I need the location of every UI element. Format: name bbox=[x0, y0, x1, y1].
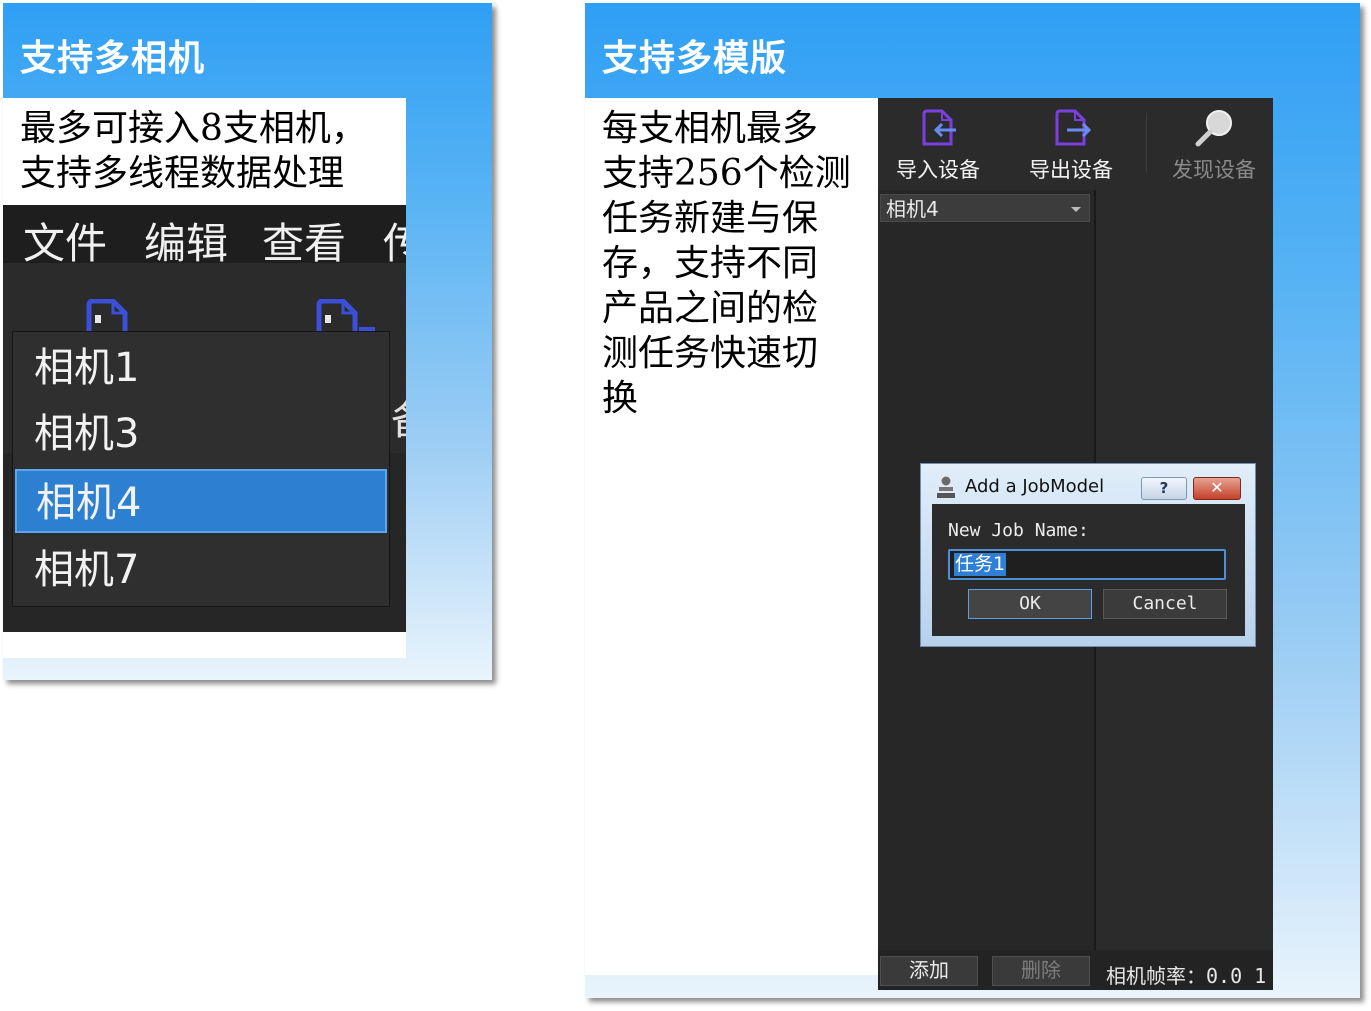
discover-device-label: 发现设备 bbox=[1172, 158, 1256, 182]
description-line: 换 bbox=[602, 378, 639, 419]
export-device-label: 导出设备 bbox=[1029, 158, 1113, 182]
cancel-button[interactable]: Cancel bbox=[1103, 589, 1227, 619]
camera-option-7[interactable]: 相机7 bbox=[15, 538, 387, 602]
description-line: 产品之间的检 bbox=[602, 288, 819, 329]
bottom-bar: 添加 删除 相机帧率：0.0 1 bbox=[878, 950, 1273, 990]
description-line: 存，支持不同 bbox=[602, 243, 819, 284]
description-line: 支持多线程数据处理 bbox=[20, 153, 345, 194]
chevron-down-icon bbox=[1071, 207, 1081, 212]
description: 每支相机最多 支持256个检测 任务新建与保 存，支持不同 产品之间的检 测任务… bbox=[602, 106, 851, 421]
export-device-button[interactable]: 导出设备 bbox=[1011, 108, 1131, 184]
job-name-input[interactable]: 任务1 bbox=[948, 549, 1226, 580]
camera-select[interactable]: 相机4 bbox=[880, 194, 1090, 222]
delete-job-button[interactable]: 删除 bbox=[992, 956, 1090, 986]
import-device-label: 导入设备 bbox=[896, 158, 980, 182]
menu-edit[interactable]: 编辑 bbox=[144, 210, 228, 271]
app-icon bbox=[937, 475, 955, 498]
camera-option-4-selected[interactable]: 相机4 bbox=[15, 469, 387, 533]
camera-select-value: 相机4 bbox=[886, 197, 939, 221]
camera-screenshot: 文件 编辑 查看 传 备 相机1 相机3 相机4 相机7 bbox=[3, 205, 406, 632]
help-button[interactable]: ? bbox=[1141, 477, 1187, 500]
menu-view[interactable]: 查看 bbox=[262, 210, 346, 271]
job-name-label: New Job Name: bbox=[948, 520, 1089, 541]
menu-bar: 文件 编辑 查看 传 bbox=[3, 205, 406, 268]
export-icon bbox=[1055, 109, 1091, 146]
description-line: 每支相机最多 bbox=[602, 108, 819, 149]
camera-dropdown[interactable]: 相机1 相机3 相机4 相机7 bbox=[12, 331, 390, 607]
import-icon bbox=[922, 109, 956, 146]
import-device-button[interactable]: 导入设备 bbox=[878, 108, 998, 184]
left-card: 支持多相机 最多可接入8支相机， 支持多线程数据处理 文件 编辑 查看 传 备 bbox=[3, 3, 492, 680]
add-jobmodel-dialog: Add a JobModel ? ✕ New Job Name: 任务1 OK … bbox=[920, 463, 1256, 647]
description-line: 测任务快速切 bbox=[602, 333, 819, 374]
menu-transfer[interactable]: 传 bbox=[383, 210, 406, 271]
description-line: 最多可接入8支相机， bbox=[20, 108, 367, 149]
ok-button[interactable]: OK bbox=[968, 589, 1092, 619]
job-name-value: 任务1 bbox=[954, 553, 1007, 576]
discover-device-button[interactable]: 发现设备 bbox=[1154, 108, 1273, 184]
camera-option-1[interactable]: 相机1 bbox=[15, 336, 387, 400]
card-title: 支持多模版 bbox=[602, 37, 788, 79]
camera-option-3[interactable]: 相机3 bbox=[15, 402, 387, 466]
card-title: 支持多相机 bbox=[20, 37, 206, 79]
camera-fps-readout: 相机帧率：0.0 1 bbox=[1106, 964, 1267, 988]
description: 最多可接入8支相机， 支持多线程数据处理 bbox=[20, 106, 367, 196]
dialog-title: Add a JobModel bbox=[965, 476, 1105, 497]
close-button[interactable]: ✕ bbox=[1193, 477, 1241, 500]
description-line: 任务新建与保 bbox=[602, 198, 819, 239]
add-job-button[interactable]: 添加 bbox=[880, 956, 978, 986]
toolbar-label-partial: 备 bbox=[391, 388, 406, 446]
toolbar-separator bbox=[1146, 113, 1147, 173]
magnifier-icon bbox=[1195, 110, 1232, 147]
menu-file[interactable]: 文件 bbox=[23, 210, 107, 271]
description-line: 支持256个检测 bbox=[602, 153, 851, 194]
right-card: 支持多模版 每支相机最多 支持256个检测 任务新建与保 存，支持不同 产品之间… bbox=[585, 3, 1360, 998]
dialog-body: New Job Name: 任务1 OK Cancel bbox=[932, 504, 1245, 636]
